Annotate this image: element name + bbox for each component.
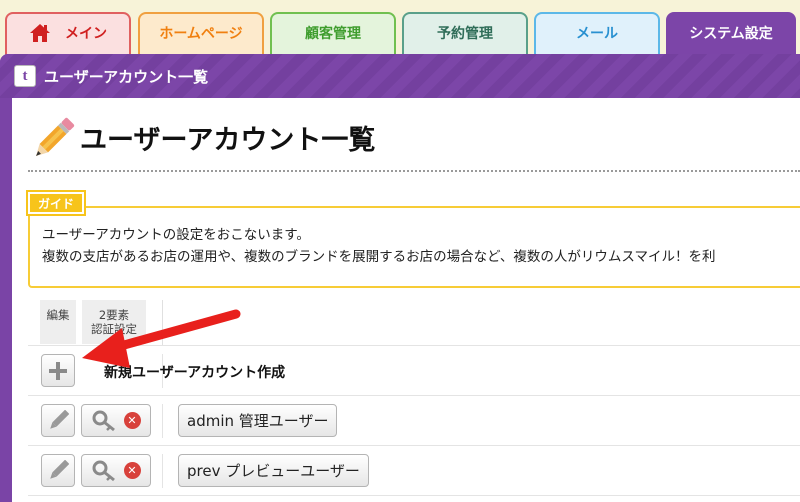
tab-reservation-management[interactable]: 予約管理 <box>402 12 528 58</box>
home-icon <box>29 23 51 43</box>
tab-main[interactable]: メイン <box>5 12 131 58</box>
account-button-prev[interactable]: prev プレビューユーザー <box>178 454 369 487</box>
tab-homepage[interactable]: ホームページ <box>138 12 264 58</box>
column-header-2fa: 2要素 認証設定 <box>82 300 146 344</box>
guide-box: ユーザーアカウントの設定をおこないます。 複数の支店があるお店の運用や、複数のブ… <box>28 206 800 288</box>
delete-x-icon: ✕ <box>123 412 141 429</box>
tab-customer-management-label: 顧客管理 <box>305 26 361 42</box>
column-header-2fa-label: 2要素 認証設定 <box>91 308 137 336</box>
column-header-edit: 編集 <box>40 300 76 344</box>
new-account-label: 新規ユーザーアカウント作成 <box>104 365 286 381</box>
tab-system-settings[interactable]: システム設定 <box>666 12 796 58</box>
table-row-new-account: 新規ユーザーアカウント作成 <box>28 345 800 395</box>
tab-customer-management[interactable]: 顧客管理 <box>270 12 396 58</box>
edit-account-button[interactable] <box>41 404 75 437</box>
table-bottom-border <box>28 495 800 496</box>
account-button-admin[interactable]: admin 管理ユーザー <box>178 404 338 437</box>
window-title: ユーザーアカウント一覧 <box>44 68 209 86</box>
tab-reservation-management-label: 予約管理 <box>437 26 493 42</box>
column-header-2fa-line2: 認証設定 <box>91 322 137 336</box>
guide-badge: ガイド <box>25 190 87 216</box>
edit-account-button[interactable] <box>41 454 75 487</box>
edit-pencil-icon <box>50 459 69 479</box>
key-icon <box>92 410 118 432</box>
tab-system-settings-label: システム設定 <box>689 26 773 42</box>
add-account-button[interactable] <box>41 354 75 387</box>
row-divider <box>162 404 163 438</box>
table-row: ✕ prev プレビューユーザー <box>28 445 800 495</box>
column-header-edit-label: 編集 <box>46 308 70 322</box>
page-title: ユーザーアカウント一覧 <box>80 125 376 156</box>
row-divider <box>162 454 163 488</box>
two-factor-settings-button[interactable]: ✕ <box>81 454 151 487</box>
column-header-2fa-line1: 2要素 <box>98 308 130 322</box>
guide-text: ユーザーアカウントの設定をおこないます。 複数の支店があるお店の運用や、複数のブ… <box>42 224 716 268</box>
app-logo-icon: t <box>14 65 36 87</box>
tab-main-label: メイン <box>65 26 107 42</box>
tab-mail[interactable]: メール <box>534 12 660 58</box>
window-titlebar: t ユーザーアカウント一覧 <box>0 54 800 98</box>
settings-window: t ユーザーアカウント一覧 ユーザーアカウント一覧 ユーザーアカウントの設定をお… <box>0 54 800 502</box>
table-row: ✕ admin 管理ユーザー <box>28 395 800 445</box>
two-factor-settings-button[interactable]: ✕ <box>81 404 151 437</box>
guide-line-1: ユーザーアカウントの設定をおこないます。 <box>42 227 310 243</box>
header-divider <box>162 300 163 346</box>
guide-line-2: 複数の支店があるお店の運用や、複数のブランドを展開するお店の場合など、複数の人が… <box>42 249 716 265</box>
main-content: ユーザーアカウント一覧 ユーザーアカウントの設定をおこないます。 複数の支店があ… <box>12 98 800 502</box>
top-navigation-tabs: メイン ホームページ 顧客管理 予約管理 メール システム設定 <box>0 0 800 58</box>
tab-homepage-label: ホームページ <box>159 26 243 42</box>
plus-icon <box>49 361 67 380</box>
tab-mail-label: メール <box>576 26 618 42</box>
pencil-icon <box>36 117 75 156</box>
delete-x-icon: ✕ <box>123 462 141 479</box>
edit-pencil-icon <box>50 409 69 429</box>
key-icon <box>92 460 118 482</box>
title-divider <box>28 170 800 172</box>
